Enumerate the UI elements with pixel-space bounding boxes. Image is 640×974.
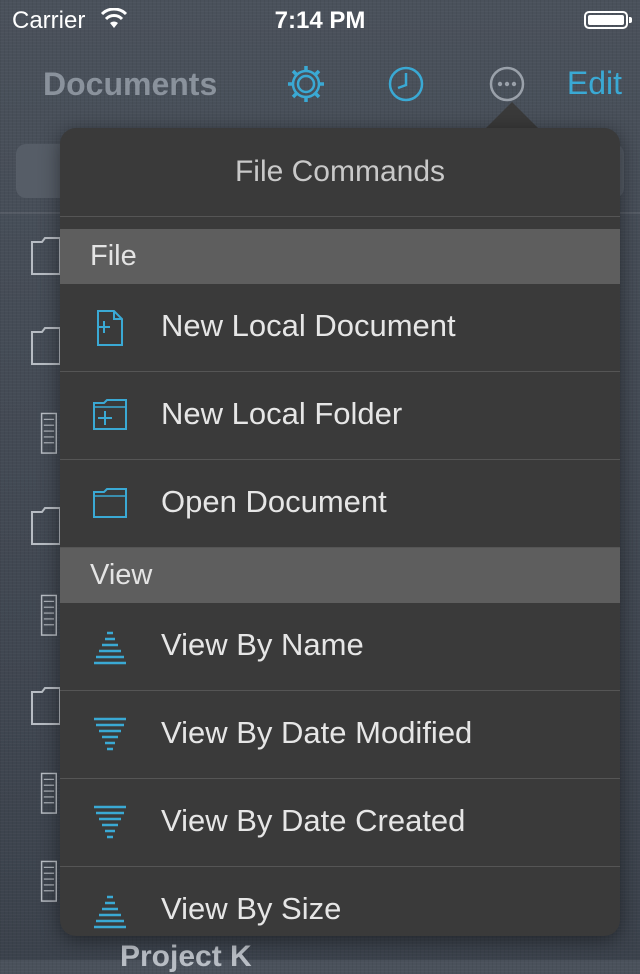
folder-icon[interactable] <box>30 504 62 548</box>
folder-icon[interactable] <box>30 324 62 368</box>
menu-item-label: View By Name <box>161 627 364 662</box>
clock-time: 7:14 PM <box>274 7 366 34</box>
settings-gear-icon[interactable] <box>286 64 326 104</box>
view-by-date-modified-item[interactable]: View By Date Modified <box>60 691 620 779</box>
menu-item-label: New Local Folder <box>161 396 403 431</box>
clock-history-icon[interactable] <box>386 64 426 104</box>
new-folder-icon <box>93 399 127 430</box>
document-icon[interactable] <box>30 860 62 904</box>
document-icon[interactable] <box>30 772 62 816</box>
new-local-folder-item[interactable]: New Local Folder <box>60 372 620 460</box>
view-by-name-item[interactable]: View By Name <box>60 603 620 691</box>
folder-icon[interactable] <box>30 684 62 728</box>
menu-item-label: View By Date Modified <box>161 715 473 750</box>
battery-icon <box>584 11 632 29</box>
folder-icon[interactable] <box>30 234 62 278</box>
sort-descending-icon <box>94 717 126 751</box>
list-item-label[interactable]: Project K <box>120 940 252 974</box>
open-document-item[interactable]: Open Document <box>60 460 620 548</box>
document-icon[interactable] <box>30 412 62 456</box>
edit-button[interactable]: Edit <box>567 65 622 102</box>
menu-item-label: Open Document <box>161 484 387 519</box>
view-by-size-item[interactable]: View By Size <box>60 867 620 936</box>
file-commands-popover: File Commands File New Local Document Ne… <box>60 128 620 936</box>
status-bar: Carrier 7:14 PM <box>0 0 640 40</box>
new-local-document-item[interactable]: New Local Document <box>60 284 620 372</box>
menu-item-label: View By Size <box>161 891 342 926</box>
nav-title: Documents <box>43 66 218 102</box>
popover-title: File Commands <box>60 128 620 217</box>
section-header-file: File <box>60 229 620 284</box>
sort-ascending-icon <box>94 895 126 929</box>
new-document-icon <box>97 310 123 346</box>
menu-item-label: New Local Document <box>161 308 456 343</box>
section-header-view: View <box>60 548 620 603</box>
document-icon[interactable] <box>30 594 62 638</box>
popover-arrow <box>484 102 540 130</box>
sort-ascending-icon <box>94 631 126 665</box>
view-by-date-created-item[interactable]: View By Date Created <box>60 779 620 867</box>
navigation-bar: Documents Edit <box>0 40 640 128</box>
menu-item-label: View By Date Created <box>161 803 466 838</box>
more-ellipsis-icon[interactable] <box>487 64 527 104</box>
folder-icon <box>93 488 127 518</box>
sort-descending-icon <box>94 805 126 839</box>
